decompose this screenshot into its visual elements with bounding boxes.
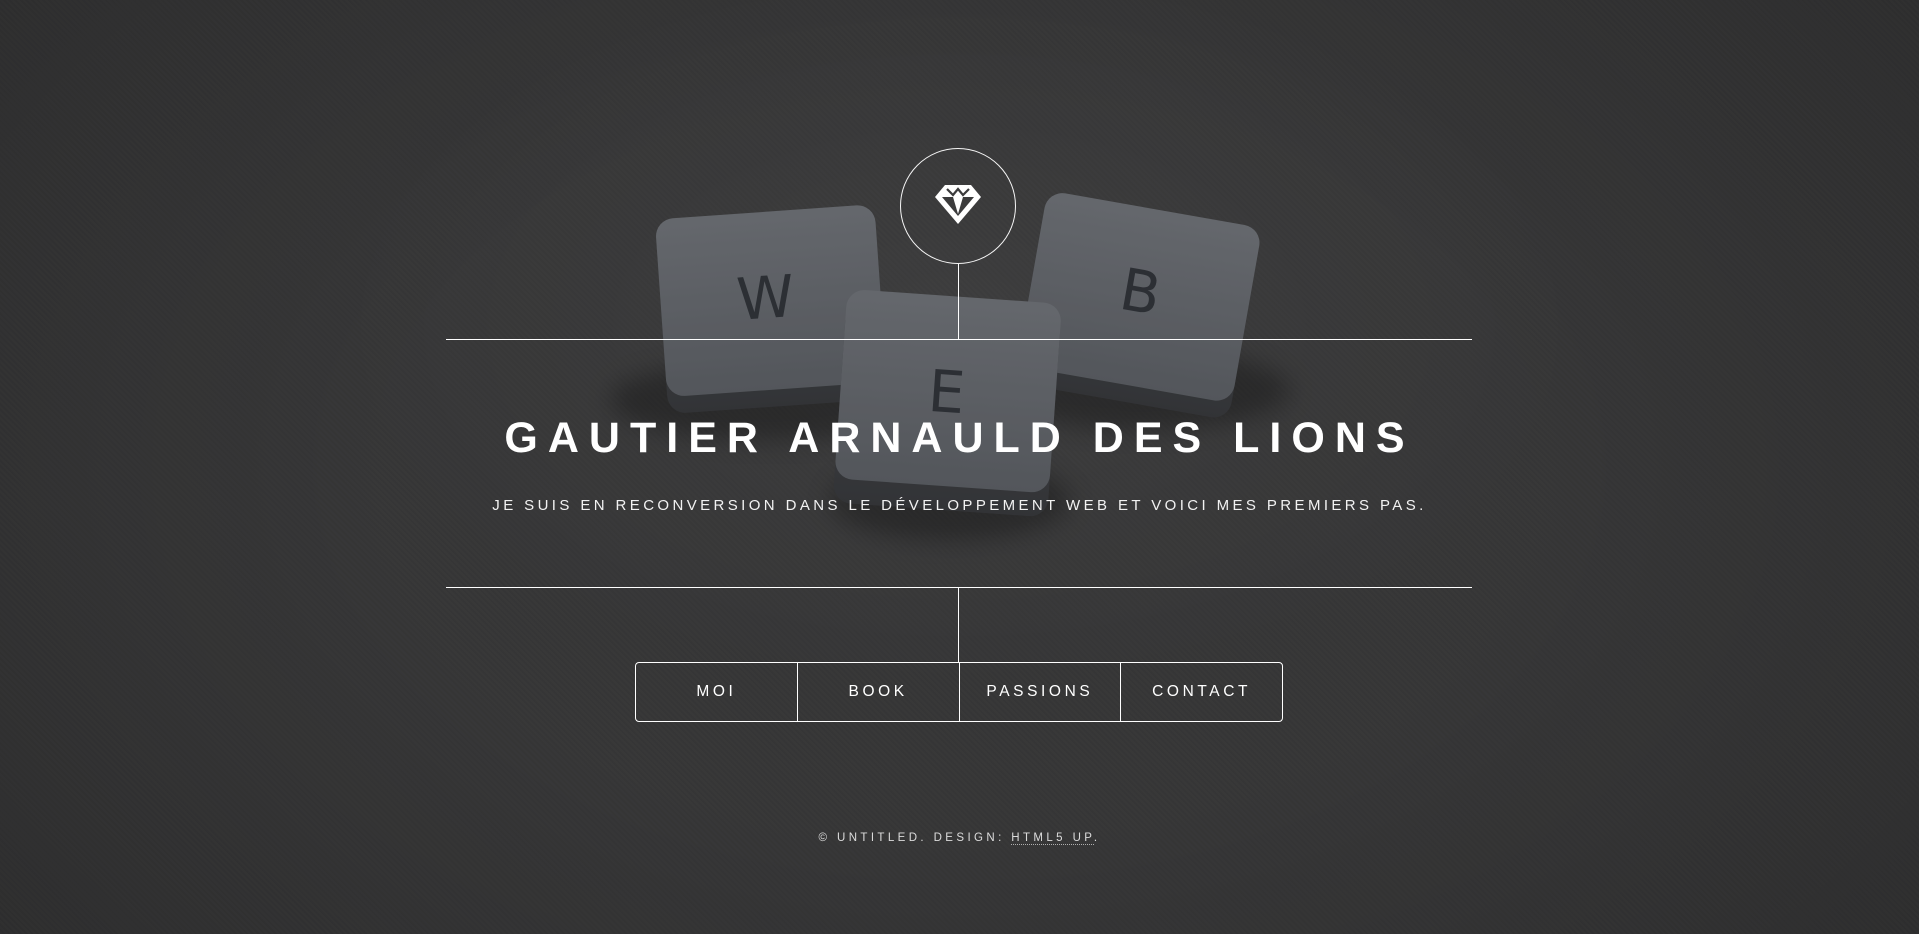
nav-item-passions[interactable]: PASSIONS bbox=[958, 663, 1121, 721]
divider-bottom bbox=[446, 587, 1472, 588]
nav-item-book[interactable]: BOOK bbox=[796, 663, 959, 721]
divider-top bbox=[446, 339, 1472, 340]
main-nav: MOI BOOK PASSIONS CONTACT bbox=[635, 662, 1283, 722]
logo-connector-line bbox=[958, 264, 959, 340]
diamond-icon bbox=[933, 181, 983, 232]
page-subtitle: JE SUIS EN RECONVERSION DANS LE DÉVELOPP… bbox=[492, 497, 1427, 514]
header: GAUTIER ARNAULD DES LIONS JE SUIS EN REC… bbox=[0, 0, 1919, 934]
page-title: GAUTIER ARNAULD DES LIONS bbox=[504, 414, 1415, 462]
logo bbox=[900, 148, 1016, 264]
nav-connector-line bbox=[958, 587, 959, 662]
nav-item-contact[interactable]: CONTACT bbox=[1120, 663, 1282, 721]
nav-item-moi[interactable]: MOI bbox=[636, 663, 797, 721]
